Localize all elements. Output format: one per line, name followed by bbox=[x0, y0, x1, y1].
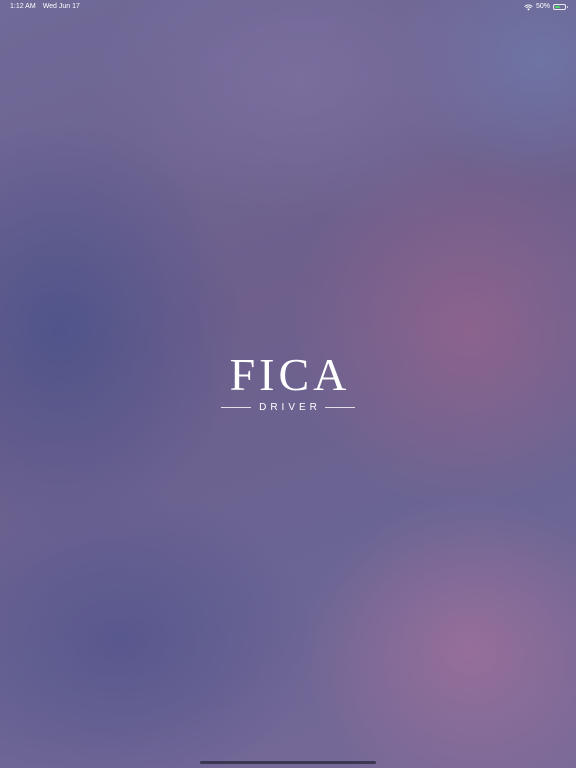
logo-subtitle: DRIVER bbox=[259, 402, 321, 413]
status-bar: 1:12 AM Wed Jun 17 50% bbox=[0, 0, 576, 14]
status-date: Wed Jun 17 bbox=[42, 3, 80, 10]
home-indicator[interactable] bbox=[200, 761, 376, 764]
status-left: 1:12 AM Wed Jun 17 bbox=[10, 0, 80, 14]
app-logo: FICA DRIVER bbox=[0, 350, 576, 413]
wifi-icon bbox=[524, 4, 533, 10]
logo-subtitle-row: DRIVER bbox=[0, 402, 576, 413]
logo-title: FICA bbox=[229, 349, 351, 400]
status-right: 50% bbox=[524, 0, 568, 14]
battery-icon bbox=[553, 4, 568, 10]
logo-divider-left bbox=[221, 407, 252, 408]
battery-percent: 50% bbox=[535, 3, 550, 10]
status-time: 1:12 AM bbox=[10, 3, 36, 10]
logo-divider-right bbox=[324, 407, 355, 408]
battery-fill bbox=[555, 6, 560, 8]
